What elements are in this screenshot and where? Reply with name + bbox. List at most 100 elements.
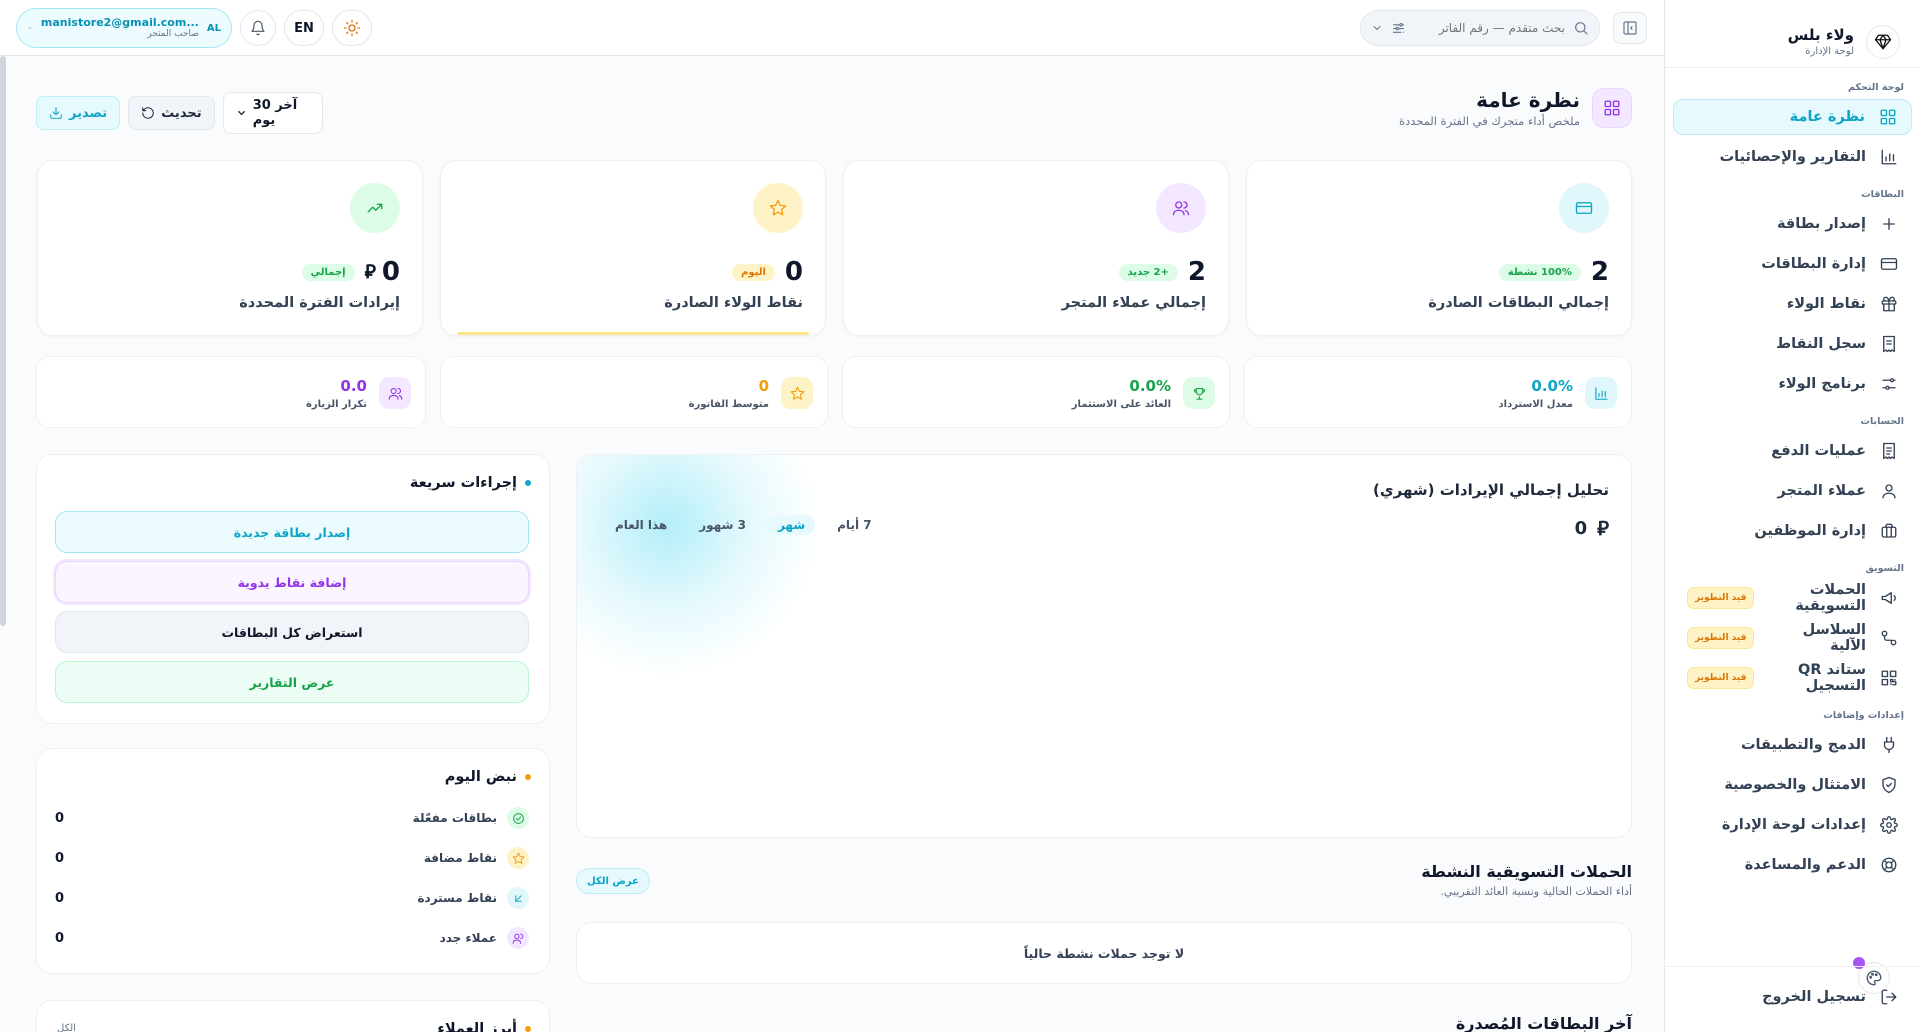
sidebar-toggle-button[interactable] bbox=[1613, 12, 1647, 44]
export-label: تصدير bbox=[69, 105, 108, 121]
tab-this-year[interactable]: هذا العام bbox=[605, 515, 677, 535]
tab-3-months[interactable]: 3 شهور bbox=[689, 515, 756, 535]
title-dot bbox=[525, 1026, 531, 1032]
grid-icon bbox=[1880, 109, 1896, 125]
sidebar-item-manage-cards[interactable]: إدارة البطاقات bbox=[1673, 246, 1912, 282]
lifebuoy-icon bbox=[1881, 857, 1897, 873]
plus-icon bbox=[1883, 218, 1895, 230]
star-icon bbox=[507, 847, 529, 869]
grid-icon bbox=[1592, 88, 1632, 128]
page-title: نظرة عامة bbox=[1476, 88, 1580, 112]
campaigns-header: الحملات التسويقية النشطة أداء الحملات ال… bbox=[1421, 862, 1632, 898]
section-settings: إعدادات وإضافات bbox=[1823, 710, 1904, 721]
search-input[interactable] bbox=[1414, 21, 1565, 35]
dev-badge: قيد التطوير bbox=[1687, 587, 1755, 609]
stat-card-points[interactable]: 0 اليوم نقاط الولاء الصادرة bbox=[440, 160, 826, 336]
sidebar-item-issue-card[interactable]: إصدار بطاقة bbox=[1673, 206, 1912, 242]
account-menu[interactable]: manistore2@gmail.com... صاحب المتجر AL bbox=[16, 8, 232, 48]
qr-code-icon bbox=[1881, 670, 1897, 686]
sidebar-item-loyalty-program[interactable]: برنامج الولاء bbox=[1673, 366, 1912, 402]
credit-card-icon bbox=[1559, 183, 1609, 233]
sidebar-item-qr-stand[interactable]: ستاند QR التسجيل قيد التطوير bbox=[1673, 660, 1912, 696]
tab-7-days[interactable]: 7 أيام bbox=[827, 515, 881, 535]
status-badge: +2 جديد bbox=[1118, 263, 1178, 281]
logout-label: تسجيل الخروج bbox=[1762, 989, 1866, 1005]
mini-stat-roi[interactable]: 0.0% العائد على الاستثمار bbox=[842, 356, 1230, 428]
mini-stat-visit-frequency[interactable]: 0.0 تكرار الزيارة bbox=[36, 356, 426, 428]
stat-label: إجمالي البطاقات الصادرة bbox=[1428, 295, 1609, 311]
sidebar-item-points-log[interactable]: سجل النقاط bbox=[1673, 326, 1912, 362]
search-bar[interactable] bbox=[1360, 10, 1600, 46]
last-cards-title: آخر البطاقات المُصدرة bbox=[1455, 1014, 1632, 1032]
section-marketing: التسويق bbox=[1865, 563, 1904, 574]
tab-month[interactable]: شهر bbox=[767, 515, 816, 535]
view-reports-button[interactable]: عرض التقارير bbox=[55, 661, 529, 703]
sidebar-item-customers[interactable]: عملاء المتجر bbox=[1673, 473, 1912, 509]
sidebar-item-admin-settings[interactable]: إعدادات لوحة الإدارة bbox=[1673, 807, 1912, 843]
pulse-row-label: عملاء جدد bbox=[439, 931, 497, 945]
account-email: manistore2@gmail.com... bbox=[40, 15, 199, 29]
receipt-icon bbox=[1883, 335, 1895, 353]
user-icon bbox=[1882, 484, 1896, 499]
sidebar-item-loyalty-points[interactable]: نقاط الولاء bbox=[1673, 286, 1912, 322]
search-icon bbox=[1575, 22, 1588, 35]
credit-card-icon bbox=[1880, 258, 1898, 270]
filter-icon[interactable] bbox=[1391, 21, 1406, 36]
trophy-icon bbox=[1183, 377, 1215, 409]
sidebar-item-reports[interactable]: التقارير والإحصائيات bbox=[1673, 139, 1912, 175]
sidebar-item-label: عملاء المتجر bbox=[1777, 483, 1866, 499]
download-icon bbox=[50, 107, 62, 119]
sidebar-item-label: برنامج الولاء bbox=[1778, 376, 1866, 392]
section-accounts: الحسابات bbox=[1860, 416, 1904, 427]
scrollbar[interactable] bbox=[0, 56, 6, 626]
view-all-button[interactable]: عرض الكل bbox=[576, 868, 650, 894]
stat-card-customers[interactable]: 2 +2 جديد إجمالي عملاء المتجر bbox=[843, 160, 1229, 336]
mini-stat-label: تكرار الزيارة bbox=[305, 399, 367, 410]
top-customers-link[interactable]: الكل bbox=[57, 1023, 76, 1032]
logout-area: تسجيل الخروج bbox=[1664, 966, 1920, 1018]
pulse-row: بطاقات مفعّلة 0 bbox=[55, 807, 529, 829]
date-range-select[interactable]: آخر 30 يوم bbox=[222, 92, 323, 134]
bell-icon bbox=[251, 20, 265, 36]
pulse-label: نبض اليوم bbox=[444, 769, 517, 785]
sidebar-item-overview[interactable]: نظرة عامة bbox=[1673, 99, 1912, 135]
sidebar-item-compliance[interactable]: الامتثال والخصوصية bbox=[1673, 767, 1912, 803]
pulse-row-label: نقاط مضافة bbox=[423, 851, 497, 865]
export-button[interactable]: تصدير bbox=[36, 96, 121, 130]
sidebar-item-automation[interactable]: السلاسل الآلية قيد التطوير bbox=[1673, 620, 1912, 656]
topbar: manistore2@gmail.com... صاحب المتجر AL E… bbox=[0, 0, 1664, 56]
top-customers-title: أبرز العملاء bbox=[437, 1021, 531, 1032]
add-manual-points-button[interactable]: إضافة نقاط يدوية bbox=[55, 561, 529, 603]
chevron-down-icon[interactable] bbox=[1371, 22, 1383, 34]
sidebar-item-label: نظرة عامة bbox=[1789, 109, 1865, 125]
sidebar-item-label: إعدادات لوحة الإدارة bbox=[1721, 817, 1866, 833]
title-dot bbox=[525, 480, 531, 486]
mini-stat-redemption[interactable]: 0.0% معدل الاسترداد bbox=[1244, 356, 1632, 428]
sidebar-item-campaigns[interactable]: الحملات التسويقية قيد التطوير bbox=[1673, 580, 1912, 616]
browse-all-cards-button[interactable]: استعراض كل البطاقات bbox=[55, 611, 529, 653]
notifications-button[interactable] bbox=[240, 10, 276, 46]
check-circle-icon bbox=[507, 807, 529, 829]
mini-stat-label: متوسط الفاتورة bbox=[688, 399, 769, 410]
sidebar-item-integrations[interactable]: الدمج والتطبيقات bbox=[1673, 727, 1912, 763]
mini-stat-avg-invoice[interactable]: 0 متوسط الفاتورة bbox=[440, 356, 828, 428]
stat-card-cards[interactable]: 2 100% نشطة إجمالي البطاقات الصادرة bbox=[1246, 160, 1632, 336]
sidebar-item-support[interactable]: الدعم والمساعدة bbox=[1673, 847, 1912, 883]
sidebar-item-staff[interactable]: إدارة الموظفين bbox=[1673, 513, 1912, 549]
top-customers-label: أبرز العملاء bbox=[437, 1021, 517, 1032]
refresh-button[interactable]: تحديث bbox=[128, 96, 215, 130]
page-subtitle: ملخص أداء متجرك في الفترة المحددة bbox=[1399, 114, 1580, 128]
status-badge: اليوم bbox=[732, 263, 775, 281]
pulse-row-value: 0 bbox=[55, 850, 65, 866]
pulse-row-value: 0 bbox=[55, 890, 65, 906]
brand-subtitle: لوحة الإدارة bbox=[1805, 46, 1854, 57]
language-button[interactable]: EN bbox=[284, 10, 324, 46]
megaphone-icon bbox=[1881, 592, 1896, 604]
issue-new-card-button[interactable]: إصدار بطاقة جديدة bbox=[55, 511, 529, 553]
mini-stat-value: 0 bbox=[758, 377, 769, 395]
sidebar-item-payments[interactable]: عمليات الدفع bbox=[1673, 433, 1912, 469]
logout-button[interactable]: تسجيل الخروج bbox=[1672, 979, 1912, 1015]
stat-card-revenue[interactable]: ⃁ 0 إجمالي إيرادات الفترة المحددة bbox=[37, 160, 423, 336]
stat-value: ⃁ 0 bbox=[365, 257, 400, 287]
theme-toggle-button[interactable] bbox=[332, 10, 372, 46]
